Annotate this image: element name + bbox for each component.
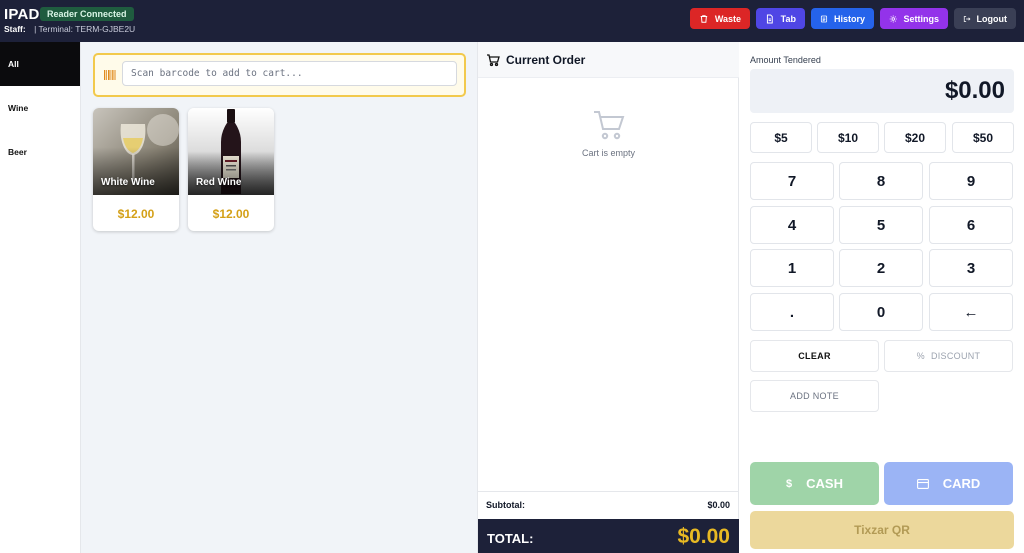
cash-button[interactable]: $ CASH (750, 462, 879, 505)
quick-amount-5[interactable]: $5 (750, 122, 812, 153)
barcode-icon (104, 70, 116, 80)
subtotal-value: $0.00 (707, 500, 730, 510)
credit-card-icon (916, 478, 929, 489)
keypad-8[interactable]: 8 (839, 162, 923, 200)
empty-cart-icon (594, 111, 625, 140)
trash-icon (700, 14, 708, 23)
product-card-white-wine[interactable]: White Wine $12.00 (93, 108, 179, 231)
staff-label: Staff: (4, 24, 26, 34)
barcode-input[interactable] (122, 61, 457, 86)
device-name: IPAD (4, 6, 40, 23)
keypad-4[interactable]: 4 (750, 206, 834, 244)
settings-label: Settings (903, 13, 939, 24)
cash-label: CASH (806, 476, 843, 491)
history-label: History (833, 13, 865, 24)
discount-label: DISCOUNT (930, 351, 981, 361)
subtotal-row: Subtotal: $0.00 (478, 491, 739, 519)
total-label: TOTAL: (487, 531, 534, 546)
quick-amount-10[interactable]: $10 (817, 122, 879, 153)
keypad-1[interactable]: 1 (750, 249, 834, 287)
category-all[interactable]: All (0, 42, 80, 86)
keypad-0[interactable]: 0 (839, 293, 923, 331)
total-row: TOTAL: $0.00 (478, 519, 739, 553)
document-icon (766, 13, 773, 24)
qr-payment-button[interactable]: Tixzar QR (750, 511, 1014, 549)
keypad-decimal[interactable]: . (750, 293, 834, 331)
keypad-6[interactable]: 6 (929, 206, 1013, 244)
product-price: $12.00 (212, 207, 250, 221)
tab-label: Tab (780, 13, 796, 24)
category-beer[interactable]: Beer (0, 130, 80, 174)
keypad-backspace[interactable]: ← (929, 293, 1013, 331)
amount-tendered-value: $0.00 (944, 77, 1005, 104)
keypad-9[interactable]: 9 (929, 162, 1013, 200)
keypad-5[interactable]: 5 (839, 206, 923, 244)
keypad-7[interactable]: 7 (750, 162, 834, 200)
payment-panel: Amount Tendered $0.00 $5 $10 $20 $50 7 8… (739, 42, 1024, 553)
card-label: CARD (942, 476, 981, 491)
order-header: Current Order (478, 42, 739, 78)
list-icon (820, 15, 828, 22)
terminal-id: | Terminal: TERM-GJBE2U (34, 24, 136, 34)
product-card-red-wine[interactable]: Red Wine $12.00 (188, 108, 274, 231)
amount-tendered-label: Amount Tendered (750, 55, 821, 65)
waste-label: Waste (714, 13, 741, 24)
barcode-scan-box (93, 53, 466, 97)
card-button[interactable]: CARD (884, 462, 1013, 505)
order-title: Current Order (506, 53, 586, 67)
top-bar: IPAD Reader Connected Staff: | Terminal:… (0, 0, 1024, 42)
product-name: Red Wine (196, 177, 242, 188)
product-name: White Wine (101, 177, 155, 188)
waste-button[interactable]: Waste (690, 8, 750, 29)
percent-icon: % (916, 351, 925, 361)
subtotal-label: Subtotal: (486, 500, 525, 510)
quick-amount-50[interactable]: $50 (952, 122, 1014, 153)
gear-icon (889, 14, 897, 23)
clear-button[interactable]: CLEAR (750, 340, 879, 372)
current-order-panel: Current Order Cart is empty Subtotal: $0… (477, 42, 739, 553)
logout-icon (963, 15, 971, 22)
amount-tendered-display: $0.00 (750, 69, 1014, 113)
settings-button[interactable]: Settings (880, 8, 948, 29)
staff-terminal-info: Staff: | Terminal: TERM-GJBE2U (4, 24, 135, 34)
history-button[interactable]: History (811, 8, 874, 29)
category-sidebar: All Wine Beer (0, 42, 81, 553)
add-note-button[interactable]: ADD NOTE (750, 380, 879, 412)
reader-status-badge: Reader Connected (40, 7, 134, 21)
cart-empty-text: Cart is empty (581, 148, 635, 158)
cart-icon (487, 54, 500, 67)
product-area: White Wine $12.00 Red Wine $12.00 (81, 42, 477, 553)
product-price: $12.00 (117, 207, 155, 221)
logout-button[interactable]: Logout (954, 8, 1016, 29)
total-value: $0.00 (677, 525, 730, 548)
discount-button[interactable]: % DISCOUNT (884, 340, 1013, 372)
logout-label: Logout (976, 13, 1008, 24)
dollar-icon: $ (786, 477, 793, 490)
tab-button[interactable]: Tab (756, 8, 805, 29)
keypad-3[interactable]: 3 (929, 249, 1013, 287)
category-wine[interactable]: Wine (0, 86, 80, 130)
quick-amount-20[interactable]: $20 (884, 122, 946, 153)
keypad-2[interactable]: 2 (839, 249, 923, 287)
